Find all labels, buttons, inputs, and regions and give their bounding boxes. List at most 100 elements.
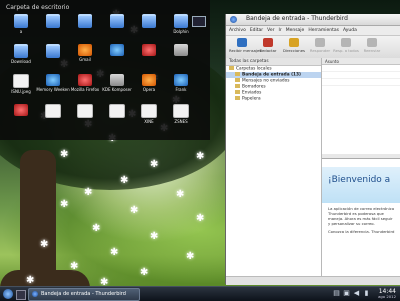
task-title: Bandeja de entrada - Thunderbird <box>41 291 126 297</box>
desktop-icon-label: Frank <box>175 87 187 92</box>
system-tray: ▤ ▣ ◀ ▮ <box>330 289 370 297</box>
thunderbird-icon <box>32 291 38 297</box>
snowflake-icon: ✱ <box>110 247 119 258</box>
desktop-icon-label: XINE <box>144 119 154 124</box>
toolbar-button-label: Recibir mensajes <box>229 48 262 53</box>
window-titlebar[interactable]: Bandeja de entrada - Thunderbird <box>226 14 400 26</box>
toolbar-button[interactable]: Resp. a todos <box>333 36 359 58</box>
welcome-paragraph-2: Conozca la diferencia. Thunderbird <box>328 229 395 234</box>
menu-item[interactable]: Ayuda <box>343 28 357 33</box>
mail-folder-icon <box>235 78 240 82</box>
desktop-icon-label: Dolphin <box>173 29 189 34</box>
desktop-icon[interactable]: Memory Weeken <box>36 74 70 92</box>
clock[interactable]: 14:44 ago 2012 <box>378 288 396 299</box>
menu-bar: Archivo Editar Ver Ir Mensaje Herramientas Ayu… <box>226 26 400 36</box>
folder-label: Carpetas locales <box>236 66 272 72</box>
reply-icon <box>315 38 325 47</box>
kde-menu-icon[interactable] <box>3 289 13 299</box>
folder-pane-header[interactable]: Todas las carpetas <box>226 58 321 66</box>
menu-item[interactable]: Archivo <box>229 28 246 33</box>
table-row[interactable] <box>322 72 400 79</box>
snowflake-icon: ✱ <box>120 175 129 186</box>
app-icon <box>14 104 28 116</box>
desktop-icon[interactable] <box>4 104 38 117</box>
battery-icon[interactable]: ▮ <box>363 289 370 297</box>
message-list[interactable]: Asunto <box>322 58 400 154</box>
toolbar-button-label: Redactar <box>259 48 277 53</box>
menu-item[interactable]: Ir <box>279 28 282 33</box>
desktop-icon[interactable]: XINE <box>132 104 166 124</box>
desktop-icon-label: ZSNES <box>174 119 188 124</box>
desktop-icon[interactable]: Download <box>4 44 38 64</box>
message-list-header[interactable]: Asunto <box>322 58 400 65</box>
desktop-icon[interactable] <box>36 44 70 59</box>
desktop-icon[interactable]: Frank <box>164 74 198 92</box>
menu-item[interactable]: Herramientas <box>308 28 339 33</box>
clipboard-icon[interactable]: ▣ <box>343 289 350 297</box>
app-icon <box>78 44 92 56</box>
desktop-icon[interactable] <box>36 14 70 29</box>
table-row[interactable] <box>322 79 400 86</box>
taskbar-task-thunderbird[interactable]: Bandeja de entrada - Thunderbird <box>28 288 140 301</box>
folder-icon <box>46 14 60 28</box>
desktop-folder-view[interactable]: Carpeta de escritorio a Dolphin Download Gm… <box>0 0 210 140</box>
app-icon <box>78 74 92 86</box>
snowflake-icon: ✱ <box>92 223 101 234</box>
desktop-icon[interactable]: Gmail <box>68 44 102 62</box>
welcome-banner: ¡Bienvenido a <box>322 167 400 203</box>
desktop-icon[interactable]: ISNU.jpeg <box>4 74 38 94</box>
app-icon <box>142 74 156 86</box>
folder-pane[interactable]: Todas las carpetas Carpetas locales Bande… <box>226 58 322 276</box>
desktop-icon[interactable]: Dolphin <box>164 14 198 34</box>
desktop-icon[interactable] <box>36 104 70 119</box>
app-icon <box>46 74 60 86</box>
snowflake-icon: ✱ <box>140 267 149 278</box>
status-bar <box>226 276 400 285</box>
desktop-icon-label: a <box>19 29 23 34</box>
toolbar-button-label: Reenviar <box>363 48 381 53</box>
desktop-pager[interactable] <box>16 290 26 300</box>
volume-icon[interactable]: ◀ <box>353 289 360 297</box>
file-icon <box>45 104 61 118</box>
desktop-icon[interactable] <box>100 14 134 29</box>
toolbar-button[interactable]: Recibir mensajes <box>229 36 262 58</box>
desktop-icon[interactable]: KDE Komposer <box>100 74 134 92</box>
table-row[interactable] <box>322 65 400 72</box>
file-icon <box>13 74 29 88</box>
snowflake-icon: ✱ <box>196 151 205 162</box>
mail-folder-icon <box>235 84 240 88</box>
menu-item[interactable]: Editar <box>250 28 263 33</box>
desktop-icon[interactable] <box>100 44 134 57</box>
column-subject[interactable]: Asunto <box>325 59 339 64</box>
desktop-icon[interactable] <box>164 44 198 57</box>
app-icon <box>110 74 124 86</box>
folder-icon <box>174 14 188 28</box>
window-title: Bandeja de entrada - Thunderbird <box>246 15 348 22</box>
desktop-icon[interactable] <box>100 104 134 119</box>
desktop-icon[interactable]: Opera <box>132 74 166 92</box>
desktop-icon[interactable] <box>132 44 166 57</box>
menu-item[interactable]: Ver <box>267 28 274 33</box>
toolbar-button[interactable]: Direcciones <box>281 36 307 58</box>
mail-folder-icon <box>235 72 240 76</box>
thunderbird-window[interactable]: Bandeja de entrada - Thunderbird Archivo… <box>225 14 400 285</box>
mail-folder-icon <box>235 96 240 100</box>
desktop-icon[interactable] <box>68 14 102 29</box>
menu-item[interactable]: Mensaje <box>286 28 305 33</box>
network-icon[interactable]: ▤ <box>333 289 340 297</box>
toolbar-button[interactable]: Responder <box>307 36 333 58</box>
desktop-icon[interactable]: Mozilla Firefox <box>68 74 102 92</box>
folder-icon <box>78 14 92 28</box>
desktop-icon[interactable] <box>132 14 166 29</box>
compose-icon <box>263 38 273 47</box>
snowflake-icon: ✱ <box>60 199 69 210</box>
toolbar-button[interactable]: Redactar <box>255 36 281 58</box>
snowflake-icon: ✱ <box>130 205 139 216</box>
snowflake-icon: ✱ <box>196 213 205 224</box>
desktop-icon[interactable]: a <box>4 14 38 34</box>
desktop-icon[interactable]: ZSNES <box>164 104 198 124</box>
folder-tree-item[interactable]: Papelera <box>226 96 321 102</box>
folder-label: Borradores <box>242 84 266 90</box>
toolbar-button[interactable]: Reenviar <box>359 36 385 58</box>
desktop-icon[interactable] <box>68 104 102 119</box>
